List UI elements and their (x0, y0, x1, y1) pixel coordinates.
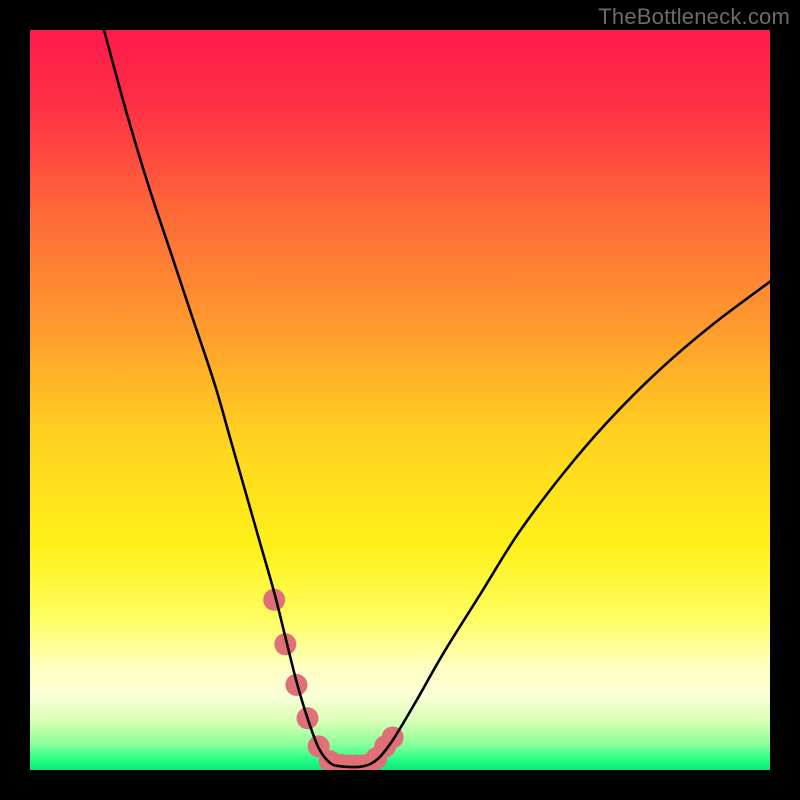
bottleneck-curve (104, 30, 770, 767)
watermark-text: TheBottleneck.com (598, 4, 790, 30)
highlight-markers (263, 589, 403, 770)
plot-area (30, 30, 770, 770)
curve-layer (30, 30, 770, 770)
chart-frame: TheBottleneck.com (0, 0, 800, 800)
